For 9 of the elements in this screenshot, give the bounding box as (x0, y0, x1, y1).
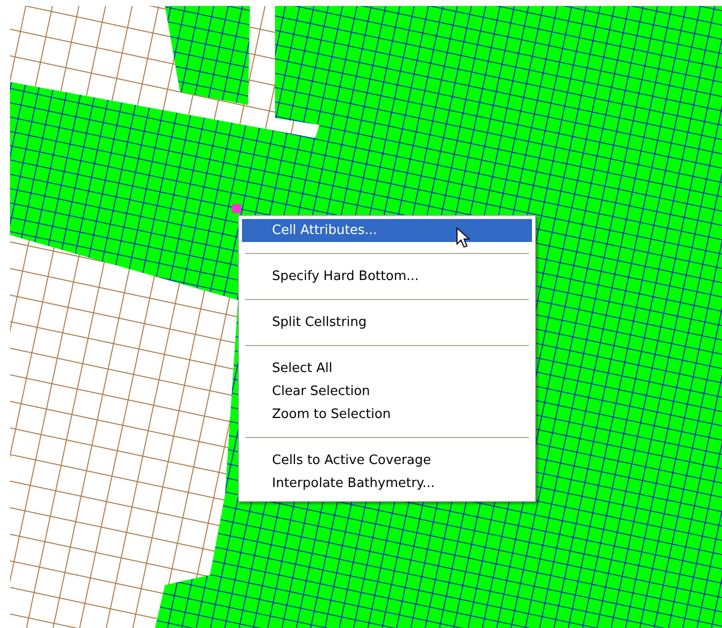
menu-item[interactable]: Cells to Active Coverage (242, 449, 532, 472)
menu-item[interactable]: Zoom to Selection (242, 403, 532, 426)
menu-item[interactable]: Split Cellstring (242, 311, 532, 334)
menu-item[interactable]: Clear Selection (242, 380, 532, 403)
mouse-pointer-icon (456, 227, 470, 249)
menu-item[interactable]: Select All (242, 357, 532, 380)
menu-item[interactable]: Interpolate Bathymetry... (242, 472, 532, 495)
menu-item[interactable]: Specify Hard Bottom... (242, 265, 532, 288)
menu-item[interactable]: Cell Attributes... (242, 219, 532, 242)
